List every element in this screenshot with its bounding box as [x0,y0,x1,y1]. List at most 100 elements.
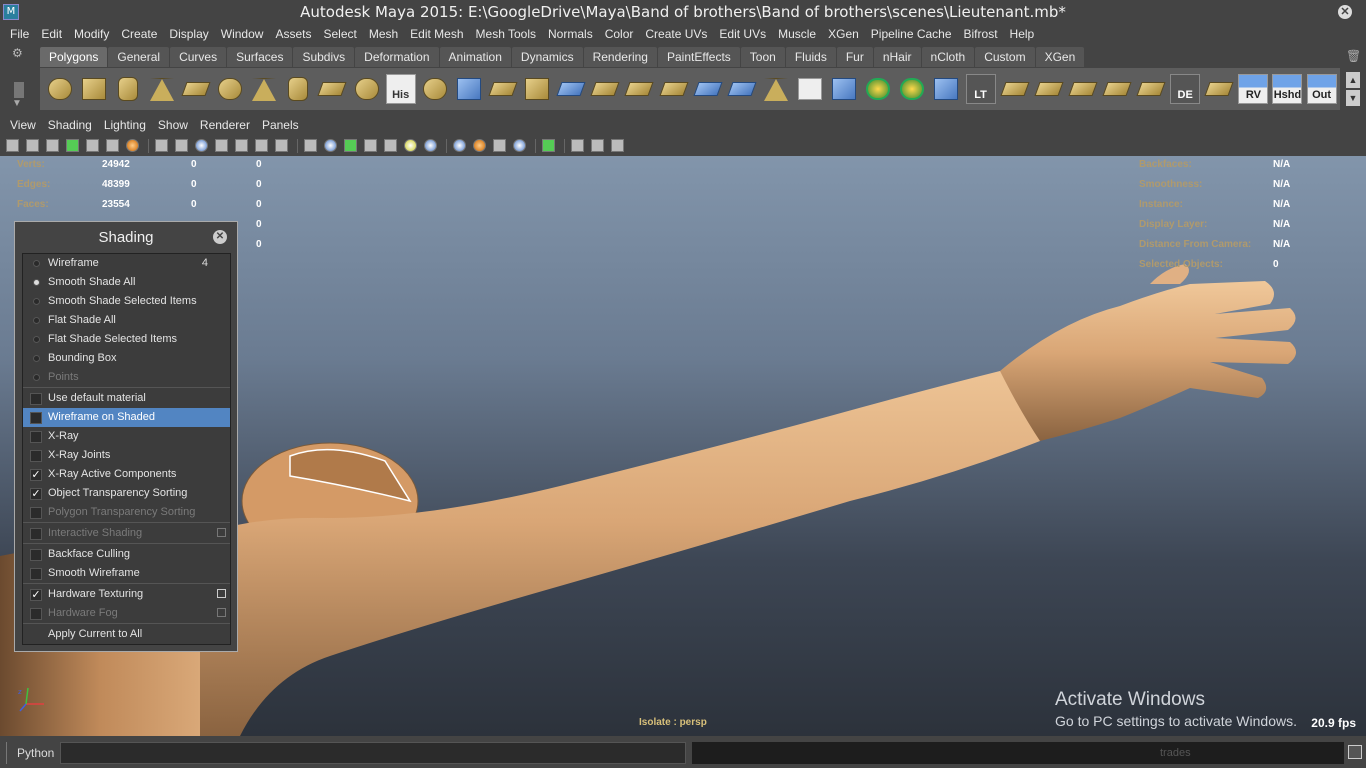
blue-sphere-icon[interactable] [422,138,438,154]
radio-icon[interactable] [33,279,40,286]
poly-plane-icon[interactable] [180,73,211,105]
radio-icon[interactable] [33,374,40,381]
de-icon[interactable]: DE [1170,73,1201,105]
camera-attributes-icon[interactable] [24,138,40,154]
panel-menu-view[interactable]: View [4,118,42,132]
shelf-tab-toon[interactable]: Toon [740,47,785,67]
menu-edit-uvs[interactable]: Edit UVs [713,27,772,41]
smooth-icon[interactable] [522,73,553,105]
shading-option-x-ray-active-components[interactable]: ✓ X-Ray Active Components [23,465,230,484]
menu-bifrost[interactable]: Bifrost [958,27,1004,41]
menu-file[interactable]: File [4,27,35,41]
poly-cylinder-icon[interactable] [112,73,143,105]
menu-display[interactable]: Display [163,27,214,41]
command-input[interactable] [60,742,686,764]
shelf-tab-ncloth[interactable]: nCloth [921,47,975,67]
shelf-tab-surfaces[interactable]: Surfaces [227,47,293,67]
use-all-lights-icon[interactable] [362,138,378,154]
close-icon[interactable]: ✕ [1338,5,1352,19]
script-editor-button[interactable] [1348,745,1362,759]
checkbox[interactable]: ✓ [30,488,42,500]
shading-option-use-default-material[interactable]: Use default material [23,389,230,408]
checkbox[interactable]: ✓ [30,469,42,481]
insert-edge-loop-icon[interactable] [692,73,723,105]
select-camera-icon[interactable] [4,138,20,154]
poly-cube-icon[interactable] [78,73,109,105]
combine-icon[interactable] [419,73,450,105]
shading-option-hardware-texturing[interactable]: ✓ Hardware Texturing [23,585,230,604]
film-gate-icon[interactable] [104,138,120,154]
extrude-icon[interactable] [556,73,587,105]
menu-window[interactable]: Window [215,27,270,41]
textured-icon[interactable] [213,138,229,154]
hshd-icon[interactable]: Hshd [1272,73,1303,105]
shading-option-x-ray[interactable]: X-Ray [23,427,230,446]
shelf-tab-polygons[interactable]: Polygons [40,47,108,67]
single-view-icon[interactable] [569,138,585,154]
shading-option-object-transparency-sorting[interactable]: ✓ Object Transparency Sorting [23,484,230,503]
poly-sphere-icon[interactable] [44,73,75,105]
uv-layout-icon[interactable] [1204,73,1235,105]
radio-icon[interactable] [33,317,40,324]
cube-view-icon[interactable] [302,138,318,154]
motion-blur-icon[interactable] [471,138,487,154]
radio-icon[interactable] [33,336,40,343]
bevel-icon[interactable] [726,73,757,105]
menu-edit-mesh[interactable]: Edit Mesh [404,27,469,41]
shadows-icon[interactable] [382,138,398,154]
shelf-tab-subdivs[interactable]: Subdivs [293,47,355,67]
menu-muscle[interactable]: Muscle [772,27,822,41]
bridge-icon[interactable] [590,73,621,105]
menu-select[interactable]: Select [317,27,362,41]
checkbox[interactable]: ✓ [30,589,42,601]
shelf-tab-fluids[interactable]: Fluids [785,47,836,67]
isolate-select-icon[interactable] [540,138,556,154]
separate-icon[interactable] [453,73,484,105]
panel-menu-lighting[interactable]: Lighting [98,118,152,132]
checkbox[interactable] [30,528,42,540]
rv-icon[interactable]: RV [1238,73,1269,105]
anti-alias-icon[interactable] [491,138,507,154]
radio-icon[interactable] [33,355,40,362]
uv-cylindrical-icon[interactable] [1033,73,1064,105]
shading-option-bounding-box[interactable]: Bounding Box [23,349,230,368]
scroll-up-icon[interactable]: ▲ [1346,72,1360,88]
menu-pipeline-cache[interactable]: Pipeline Cache [865,27,958,41]
option-box-icon[interactable] [217,589,226,598]
image-plane-icon[interactable] [64,138,80,154]
menu-normals[interactable]: Normals [542,27,599,41]
uv-spherical-icon[interactable] [1067,73,1098,105]
shading-panel-header[interactable]: Shading ✕ [15,222,237,252]
checkbox[interactable] [30,568,42,580]
panel-menu-renderer[interactable]: Renderer [194,118,256,132]
create-polygon-icon[interactable] [317,73,348,105]
checkbox[interactable] [30,393,42,405]
poly-pyramid-icon[interactable] [249,73,280,105]
shelf-grip[interactable]: ⚙ ▼ [4,46,34,112]
uv-cut-icon[interactable] [1136,73,1167,105]
poly-cone-icon[interactable] [146,73,177,105]
uv-planar-icon[interactable] [999,73,1030,105]
depth-of-field-icon[interactable] [511,138,527,154]
uv-map-icon[interactable] [931,73,962,105]
shelf-tab-rendering[interactable]: Rendering [583,47,657,67]
blue-cube-icon[interactable] [322,138,338,154]
node-editor-icon[interactable] [609,138,625,154]
menu-help[interactable]: Help [1004,27,1041,41]
poly-torus-icon[interactable] [215,73,246,105]
sculpt-icon[interactable] [760,73,791,105]
shading-option-wireframe[interactable]: Wireframe 4 [23,254,230,273]
light-bulb-icon[interactable] [402,138,418,154]
xray-icon[interactable] [233,138,249,154]
shading-option-wireframe-on-shaded[interactable]: Wireframe on Shaded [23,408,230,427]
append-polygon-icon[interactable] [351,73,382,105]
checkbox[interactable] [30,549,42,561]
checkbox[interactable] [30,431,42,443]
panel-menu-shading[interactable]: Shading [42,118,98,132]
shelf-tab-custom[interactable]: Custom [975,47,1035,67]
uv-sphere-icon[interactable] [863,73,894,105]
menu-create-uvs[interactable]: Create UVs [639,27,713,41]
radio-icon[interactable] [33,298,40,305]
uv-automatic-icon[interactable] [1101,73,1132,105]
checkbox[interactable] [30,450,42,462]
